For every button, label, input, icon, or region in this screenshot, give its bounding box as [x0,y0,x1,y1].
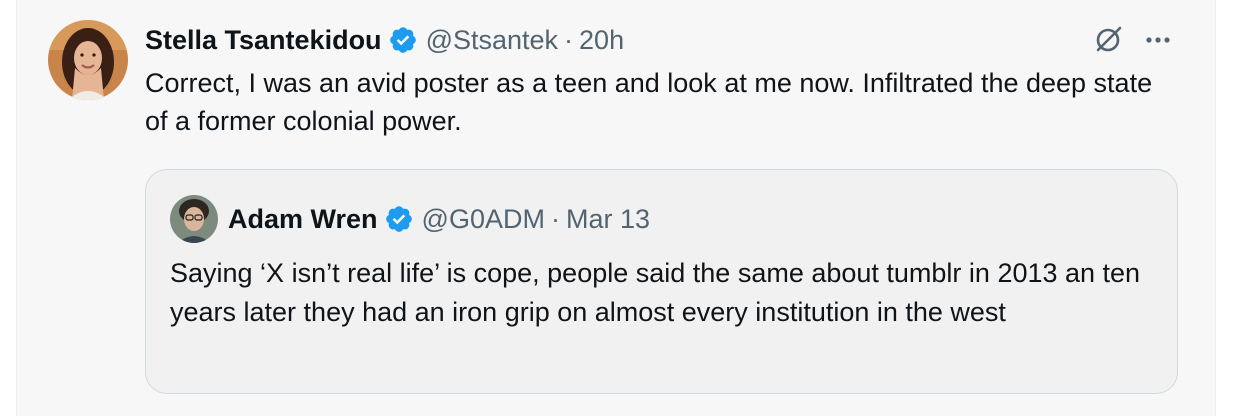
display-name[interactable]: Stella Tsantekidou [145,25,382,56]
verified-badge-icon[interactable] [384,204,414,234]
quoted-display-name[interactable]: Adam Wren [228,204,378,235]
tweet-header: Stella Tsantekidou @Stsantek · 20h [145,22,624,58]
quoted-avatar[interactable] [170,195,218,243]
quoted-tweet-card[interactable]: Adam Wren @G0ADM · Mar 13 Saying ‘X isn’… [145,169,1178,394]
tweet-text: Correct, I was an avid poster as a teen … [145,68,1153,136]
timestamp[interactable]: 20h [579,25,624,56]
avatar[interactable] [48,20,128,100]
handle[interactable]: @Stsantek [426,25,558,56]
quoted-timestamp[interactable]: Mar 13 [566,204,650,235]
profile-photo-icon [170,195,218,243]
separator-dot: · [564,24,574,55]
grok-icon[interactable] [1090,22,1126,58]
quoted-tweet-text: Saying ‘X isn’t real life’ is cope, peop… [170,258,1141,327]
profile-photo-icon [48,20,128,100]
verified-badge-icon[interactable] [388,25,418,55]
separator-dot: · [550,203,560,234]
quoted-handle[interactable]: @G0ADM [422,204,545,235]
more-dots-icon[interactable] [1140,22,1176,58]
quoted-tweet-header: Adam Wren @G0ADM · Mar 13 [228,201,650,237]
